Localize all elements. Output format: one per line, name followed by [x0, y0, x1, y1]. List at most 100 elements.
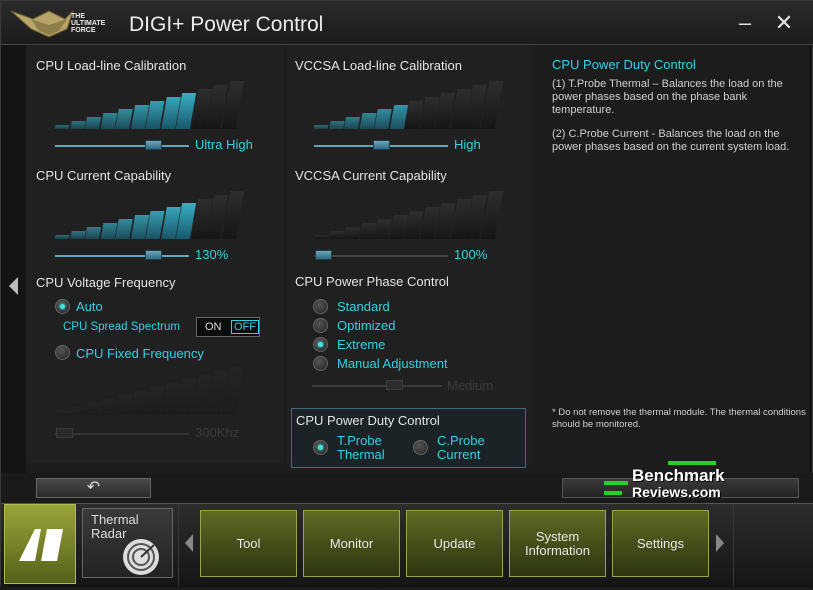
level-bar [374, 219, 392, 239]
frequency-value: 300Khz [195, 425, 240, 440]
level-bar [69, 121, 86, 129]
level-bar [374, 109, 392, 129]
auto-radio[interactable] [55, 299, 70, 314]
phase-manual-label[interactable]: Manual Adjustment [337, 356, 448, 371]
phase-standard-label[interactable]: Standard [337, 299, 390, 314]
vccsa-llc-level-bars [313, 79, 504, 129]
spread-spectrum-toggle[interactable]: ON OFF [196, 317, 260, 337]
vccsa-current-slider-thumb[interactable] [315, 250, 332, 260]
level-bar [115, 395, 133, 415]
level-bar [100, 223, 117, 239]
vccsa-current-value: 100% [454, 247, 488, 262]
level-bar [313, 235, 329, 239]
level-bar [328, 231, 345, 239]
spread-spectrum-label: CPU Spread Spectrum [63, 321, 180, 333]
undo-button[interactable]: ↶ [36, 478, 151, 498]
app-title: DIGI+ Power Control [129, 13, 324, 36]
phase-manual-radio[interactable] [313, 356, 328, 371]
radar-icon [123, 539, 159, 575]
vccsa-llc-slider-thumb[interactable] [373, 140, 390, 150]
phase-extreme-label[interactable]: Extreme [337, 337, 385, 352]
watermark: Benchmark Reviews.com [604, 461, 744, 505]
help-note: * Do not remove the thermal module. The … [552, 407, 806, 430]
cpu-current-slider-thumb[interactable] [145, 250, 162, 260]
ai-suite-button[interactable] [4, 504, 76, 584]
duty-control-label: CPU Power Duty Control [296, 413, 440, 428]
phase-extreme-radio[interactable] [313, 337, 328, 352]
dock-left-arrow-icon[interactable] [185, 534, 193, 552]
monitor-tile[interactable]: Monitor [303, 510, 400, 577]
duty-current-radio[interactable] [413, 440, 428, 455]
cpu-llc-label: CPU Load-line Calibration [36, 58, 187, 73]
update-tile[interactable]: Update [406, 510, 503, 577]
watermark-line1: Benchmark [632, 466, 725, 485]
tool-tile[interactable]: Tool [200, 510, 297, 577]
cpu-current-level-bars [54, 189, 245, 239]
panel-left-arrow-icon[interactable] [9, 277, 18, 295]
duty-thermal-label[interactable]: T.Probe Thermal [337, 434, 385, 462]
ai-suite-logo-icon [19, 529, 63, 561]
vccsa-current-label: VCCSA Current Capability [295, 168, 447, 183]
duty-current-label[interactable]: C.Probe Current [437, 434, 485, 462]
cpu-llc-value: Ultra High [195, 137, 253, 152]
level-bar [54, 235, 70, 239]
level-bar [69, 231, 86, 239]
level-bar [100, 399, 117, 415]
cpu-current-slider-track[interactable] [55, 255, 189, 257]
level-bar [100, 113, 117, 129]
title-bar: THE ULTIMATE FORCE DIGI+ Power Control –… [1, 1, 813, 45]
toggle-off-text: OFF [231, 320, 259, 334]
duty-thermal-line1: T.Probe [337, 433, 382, 448]
close-button[interactable]: ✕ [772, 11, 796, 35]
main-window: THE ULTIMATE FORCE DIGI+ Power Control –… [0, 0, 813, 587]
level-bar [359, 223, 376, 239]
phase-optimized-radio[interactable] [313, 318, 328, 333]
level-bar [328, 121, 345, 129]
undo-icon: ↶ [86, 479, 101, 496]
vccsa-current-slider-track[interactable] [314, 255, 448, 257]
level-bar [84, 403, 102, 415]
phase-slider-value: Medium [447, 378, 494, 393]
duty-thermal-line2: Thermal [337, 447, 385, 462]
level-bar [115, 219, 133, 239]
cpu-llc-slider-thumb[interactable] [145, 140, 162, 150]
dock-right-arrow-icon[interactable] [716, 534, 724, 552]
thermal-radar-button[interactable]: Thermal Radar [82, 508, 173, 578]
vccsa-current-level-bars [313, 189, 504, 239]
minimize-button[interactable]: – [733, 11, 757, 35]
level-bar [54, 125, 70, 129]
cpu-current-value: 130% [195, 247, 229, 262]
cpu-current-label: CPU Current Capability [36, 168, 172, 183]
level-bar [69, 407, 86, 415]
dock-separator [178, 504, 179, 586]
duty-current-line2: Current [437, 447, 481, 462]
frequency-slider-track [55, 433, 189, 435]
level-bar [359, 113, 376, 129]
frequency-slider-thumb [56, 428, 73, 438]
duty-thermal-radio[interactable] [313, 440, 328, 455]
phase-slider-track [312, 385, 442, 387]
vccsa-llc-value: High [454, 137, 481, 152]
toggle-on-text: ON [205, 321, 222, 333]
help-paragraph-1: (1) T.Probe Thermal – Balances the load … [552, 78, 783, 116]
phase-standard-radio[interactable] [313, 299, 328, 314]
logo-text: THE ULTIMATE FORCE [71, 13, 106, 34]
level-bar [313, 125, 329, 129]
phase-control-label: CPU Power Phase Control [295, 274, 449, 289]
cpu-voltage-frequency-label: CPU Voltage Frequency [36, 275, 176, 290]
help-paragraph-2: (2) C.Probe Current - Balances the load … [552, 128, 790, 153]
cpu-llc-slider-track[interactable] [55, 145, 189, 147]
phase-optimized-label[interactable]: Optimized [337, 318, 396, 333]
watermark-line2: Reviews.com [632, 484, 721, 500]
system-information-tile[interactable]: System Information [509, 510, 606, 577]
auto-label[interactable]: Auto [76, 299, 103, 314]
settings-tile[interactable]: Settings [612, 510, 709, 577]
level-bar [343, 227, 361, 239]
level-bar [115, 109, 133, 129]
fixed-frequency-radio[interactable] [55, 345, 70, 360]
help-title: CPU Power Duty Control [552, 57, 696, 72]
level-bar [84, 117, 102, 129]
fixed-frequency-label[interactable]: CPU Fixed Frequency [76, 346, 204, 361]
level-bar [54, 411, 70, 415]
vccsa-llc-label: VCCSA Load-line Calibration [295, 58, 462, 73]
